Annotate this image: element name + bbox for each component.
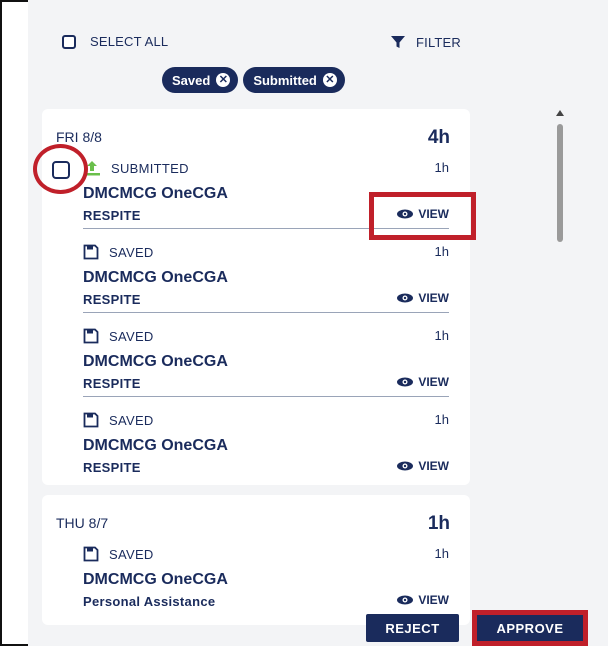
- entry-name: DMCMCG OneCGA: [83, 269, 228, 286]
- chip-submitted[interactable]: Submitted ✕: [243, 67, 345, 93]
- annotation-box-view: [369, 192, 476, 240]
- entry-hours: 1h: [434, 546, 449, 561]
- entry-service: RESPITE: [83, 376, 141, 391]
- entry-service: RESPITE: [83, 292, 141, 307]
- filter-icon: [391, 36, 405, 48]
- entry-status: SAVED: [83, 546, 154, 562]
- chip-label: Submitted: [253, 72, 317, 88]
- chip-saved[interactable]: Saved ✕: [162, 67, 239, 93]
- close-circle-icon[interactable]: ✕: [322, 73, 337, 87]
- entry-status: SAVED: [83, 328, 154, 344]
- day-total-hours: 4h: [427, 127, 450, 148]
- save-disk-icon: [83, 546, 99, 562]
- save-disk-icon: [83, 412, 99, 428]
- day-card: FRI 8/8 4h SUBMITTED 1h DMCMCG OneCGA RE…: [42, 109, 470, 485]
- view-button[interactable]: VIEW: [396, 593, 449, 607]
- entry-status-label: SAVED: [109, 546, 154, 562]
- eye-icon: [397, 461, 414, 471]
- eye-icon: [397, 595, 414, 605]
- select-all-control[interactable]: SELECT ALL: [62, 34, 168, 49]
- entry-name: DMCMCG OneCGA: [83, 437, 228, 454]
- reject-button[interactable]: REJECT: [366, 614, 459, 642]
- entry-divider: [83, 396, 449, 397]
- time-entry[interactable]: SAVED 1h DMCMCG OneCGA RESPITE VIEW: [83, 244, 449, 328]
- entry-service: RESPITE: [83, 460, 141, 475]
- filter-button[interactable]: FILTER: [390, 34, 461, 50]
- entry-hours: 1h: [434, 412, 449, 427]
- day-header: FRI 8/8 4h: [56, 127, 450, 151]
- entry-status-label: SAVED: [109, 244, 154, 260]
- view-label: VIEW: [418, 593, 449, 607]
- chip-label: Saved: [172, 72, 211, 88]
- eye-icon: [397, 377, 414, 387]
- view-label: VIEW: [418, 291, 449, 305]
- day-card: THU 8/7 1h SAVED 1h DMCMCG OneCGA Person…: [42, 495, 470, 625]
- day-label: FRI 8/8: [56, 129, 102, 145]
- entry-status: SAVED: [83, 412, 154, 428]
- scrollbar-thumb[interactable]: [557, 124, 563, 242]
- save-disk-icon: [83, 328, 99, 344]
- entry-name: DMCMCG OneCGA: [83, 185, 228, 202]
- close-circle-icon[interactable]: ✕: [216, 73, 231, 87]
- entry-service: Personal Assistance: [83, 594, 216, 609]
- entry-status-label: SUBMITTED: [111, 160, 189, 176]
- day-header: THU 8/7 1h: [56, 513, 450, 537]
- entry-status: SUBMITTED: [83, 160, 189, 176]
- select-all-checkbox[interactable]: [62, 34, 76, 49]
- entry-name: DMCMCG OneCGA: [83, 571, 228, 588]
- entry-hours: 1h: [434, 244, 449, 259]
- time-entry[interactable]: SAVED 1h DMCMCG OneCGA RESPITE VIEW: [83, 328, 449, 412]
- filter-chips: Saved ✕ Submitted ✕: [162, 67, 345, 93]
- view-label: VIEW: [418, 375, 449, 389]
- select-all-label: SELECT ALL: [90, 34, 169, 49]
- annotation-circle-checkbox: [33, 144, 88, 194]
- eye-icon: [397, 293, 414, 303]
- entry-service: RESPITE: [83, 208, 141, 223]
- entry-status-label: SAVED: [109, 328, 154, 344]
- view-button[interactable]: VIEW: [396, 291, 449, 305]
- scroll-up-arrow-icon[interactable]: [556, 110, 564, 116]
- entry-status: SAVED: [83, 244, 154, 260]
- time-entry[interactable]: SAVED 1h DMCMCG OneCGA RESPITE VIEW: [83, 412, 449, 496]
- entry-divider: [83, 312, 449, 313]
- entry-hours: 1h: [434, 160, 449, 175]
- view-button[interactable]: VIEW: [396, 459, 449, 473]
- view-button[interactable]: VIEW: [396, 375, 449, 389]
- entry-name: DMCMCG OneCGA: [83, 353, 228, 370]
- scrollbar[interactable]: [554, 110, 566, 610]
- day-label: THU 8/7: [56, 515, 109, 531]
- day-total-hours: 1h: [427, 513, 450, 534]
- annotation-box-approve: [472, 610, 588, 646]
- view-label: VIEW: [418, 459, 449, 473]
- toolbar: SELECT ALL FILTER: [62, 30, 482, 54]
- save-disk-icon: [83, 244, 99, 260]
- filter-label: FILTER: [416, 34, 462, 50]
- entry-status-label: SAVED: [109, 412, 154, 428]
- entry-hours: 1h: [434, 328, 449, 343]
